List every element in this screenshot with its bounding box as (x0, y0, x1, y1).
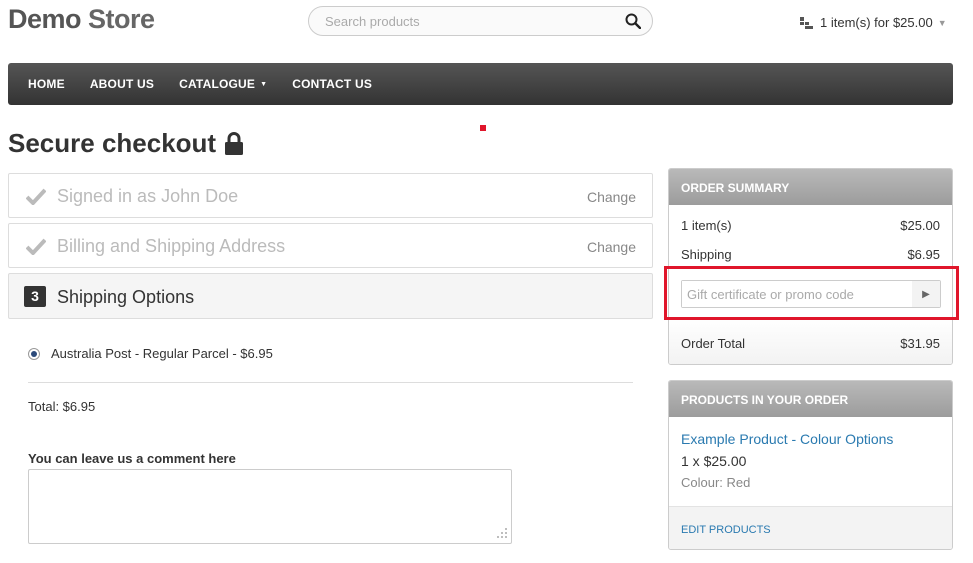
summary-shipping-value: $6.95 (907, 247, 940, 262)
comment-label: You can leave us a comment here (28, 451, 236, 466)
main-nav: HOME ABOUT US CATALOGUE ▼ CONTACT US (8, 63, 953, 105)
chevron-down-icon: ▼ (937, 17, 947, 28)
products-panel: PRODUCTS IN YOUR ORDER Example Product -… (668, 380, 953, 550)
nav-about-us[interactable]: ABOUT US (90, 77, 154, 91)
product-attribute: Colour: Red (681, 475, 751, 490)
summary-items-value: $25.00 (900, 218, 940, 233)
nav-catalogue-label: CATALOGUE (179, 77, 256, 91)
shipping-radio[interactable] (28, 347, 40, 360)
change-signin-link[interactable]: Change (587, 189, 636, 205)
red-marker (480, 125, 486, 131)
search-icon[interactable] (625, 13, 641, 29)
page-title: Secure checkout (8, 128, 244, 159)
summary-footer: Order Total $31.95 (669, 318, 952, 364)
summary-shipping-label: Shipping (681, 247, 732, 262)
summary-items-row: 1 item(s) $25.00 (681, 218, 940, 233)
nav-home[interactable]: HOME (28, 77, 65, 91)
summary-total-row: Order Total $31.95 (681, 336, 940, 351)
shipping-total: Total: $6.95 (28, 399, 96, 414)
page-title-text: Secure checkout (8, 128, 217, 158)
cart-summary[interactable]: 1 item(s) for $25.00 ▼ (800, 15, 947, 30)
checkmark-icon (26, 188, 46, 205)
step-number: 3 (24, 286, 46, 307)
products-footer: EDIT PRODUCTS (669, 506, 952, 549)
checkmark-icon (26, 238, 46, 255)
step-shipping-options: 3 Shipping Options (8, 273, 653, 319)
step-address: Billing and Shipping Address Change (8, 223, 653, 268)
order-total-value: $31.95 (900, 336, 940, 351)
product-qty: 1 x $25.00 (681, 453, 747, 469)
step-signed-in-label: Signed in as John Doe (57, 186, 239, 206)
nav-contact-us[interactable]: CONTACT US (292, 77, 372, 91)
resize-grip-icon[interactable] (496, 527, 508, 539)
cart-label: 1 item(s) for $25.00 (820, 15, 933, 30)
step-signed-in: Signed in as John Doe Change (8, 173, 653, 218)
search-box[interactable] (308, 6, 653, 36)
products-title: PRODUCTS IN YOUR ORDER (669, 381, 952, 417)
comment-textarea[interactable] (28, 469, 512, 544)
shipping-option[interactable]: Australia Post - Regular Parcel - $6.95 (28, 346, 273, 361)
step-shipping-label: Shipping Options (57, 287, 195, 307)
divider (28, 382, 633, 383)
shipping-option-label: Australia Post - Regular Parcel - $6.95 (51, 346, 273, 361)
search-input[interactable] (325, 14, 615, 29)
edit-products-link[interactable]: EDIT PRODUCTS (681, 524, 771, 536)
store-logo[interactable]: Demo Store (8, 4, 155, 35)
step-address-label: Billing and Shipping Address (57, 236, 286, 256)
product-name-link[interactable]: Example Product - Colour Options (681, 431, 893, 447)
chevron-down-icon: ▼ (260, 80, 268, 88)
lock-icon (225, 131, 244, 155)
logo-store: Store (88, 4, 155, 34)
change-address-link[interactable]: Change (587, 239, 636, 255)
summary-shipping-row: Shipping $6.95 (681, 247, 940, 262)
order-total-label: Order Total (681, 336, 746, 351)
nav-catalogue[interactable]: CATALOGUE ▼ (179, 77, 267, 91)
order-summary-title: ORDER SUMMARY (669, 169, 952, 205)
cart-grid-icon (800, 16, 813, 29)
logo-demo: Demo (8, 4, 82, 34)
highlight-box (664, 266, 959, 320)
summary-items-label: 1 item(s) (681, 218, 732, 233)
